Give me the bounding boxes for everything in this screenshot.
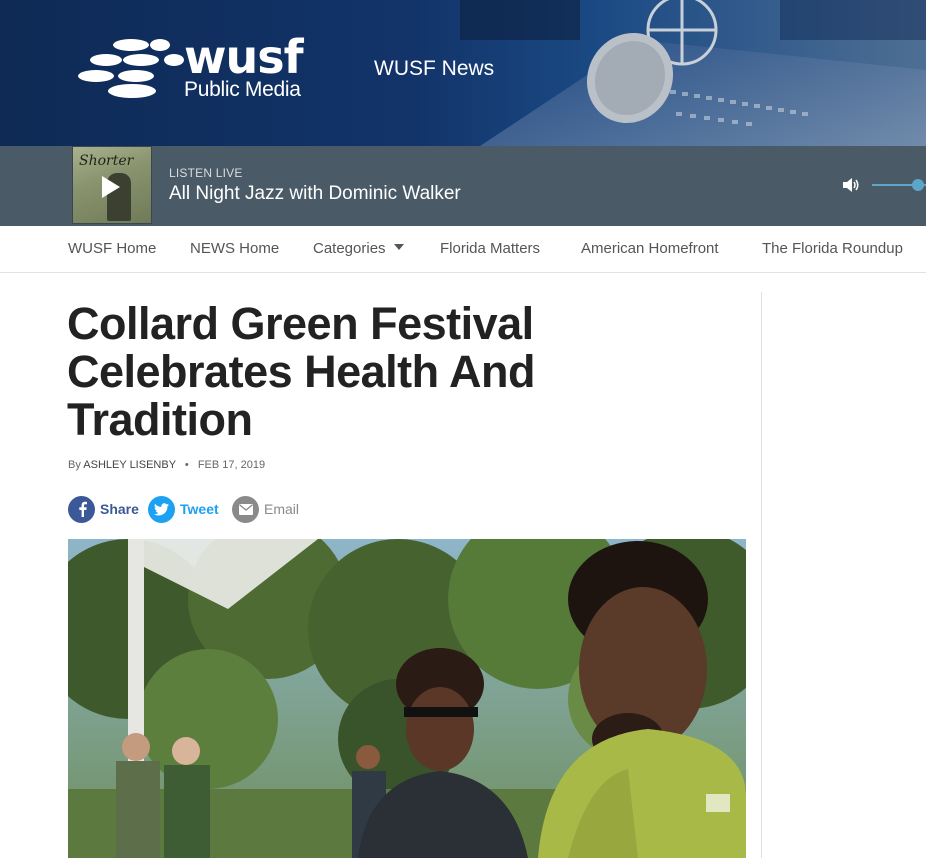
nav-item-florida-matters[interactable]: Florida Matters xyxy=(440,240,540,257)
share-twitter-label: Tweet xyxy=(180,501,219,517)
album-title: Shorter xyxy=(79,153,134,169)
nav-item-categories-label: Categories xyxy=(313,240,386,257)
nav-item-florida-roundup[interactable]: The Florida Roundup xyxy=(762,240,903,257)
play-icon[interactable] xyxy=(102,176,120,198)
byline-author[interactable]: ASHLEY LISENBY xyxy=(83,459,176,471)
logo-wordmark: wusf xyxy=(184,30,304,84)
volume-icon[interactable] xyxy=(842,177,860,193)
article-headline: Collard Green Festival Celebrates Health… xyxy=(67,298,535,445)
article-byline: By ASHLEY LISENBY • FEB 17, 2019 xyxy=(68,459,265,471)
share-email-label: Email xyxy=(264,501,300,517)
nav-item-wusf-home[interactable]: WUSF Home xyxy=(68,240,156,257)
listen-live-label: LISTEN LIVE xyxy=(169,166,243,180)
studio-microphone-image xyxy=(460,0,926,146)
site-header: wusf Public Media WUSF News xyxy=(0,0,926,146)
twitter-icon xyxy=(148,495,175,523)
nav-item-categories[interactable]: Categories xyxy=(313,240,404,257)
article-lead-photo[interactable] xyxy=(68,539,746,858)
share-facebook-button[interactable]: Share xyxy=(68,495,139,523)
byline-separator: • xyxy=(184,459,189,471)
email-icon xyxy=(232,495,259,523)
live-player-bar: Shorter LISTEN LIVE All Night Jazz with … xyxy=(0,146,926,226)
festival-photo xyxy=(68,539,746,858)
main-nav: WUSF Home NEWS Home Categories Florida M… xyxy=(0,226,926,273)
now-playing-show[interactable]: All Night Jazz with Dominic Walker xyxy=(169,183,461,205)
share-email-button[interactable]: Email xyxy=(232,495,299,523)
volume-slider-handle[interactable] xyxy=(912,179,924,191)
share-facebook-label: Share xyxy=(100,501,139,517)
facebook-icon xyxy=(68,495,95,523)
logo-subtitle: Public Media xyxy=(184,78,301,101)
nav-item-american-homefront[interactable]: American Homefront xyxy=(581,240,719,257)
byline-date: FEB 17, 2019 xyxy=(197,459,266,471)
wusf-logo[interactable]: wusf Public Media xyxy=(76,30,346,106)
wusf-logo-mark xyxy=(78,39,184,98)
site-name[interactable]: WUSF News xyxy=(374,57,494,81)
nav-item-news-home[interactable]: NEWS Home xyxy=(190,240,279,257)
chevron-down-icon xyxy=(393,244,404,250)
byline-prefix: By xyxy=(68,459,81,471)
sidebar-divider xyxy=(761,292,762,858)
share-twitter-button[interactable]: Tweet xyxy=(148,495,219,523)
